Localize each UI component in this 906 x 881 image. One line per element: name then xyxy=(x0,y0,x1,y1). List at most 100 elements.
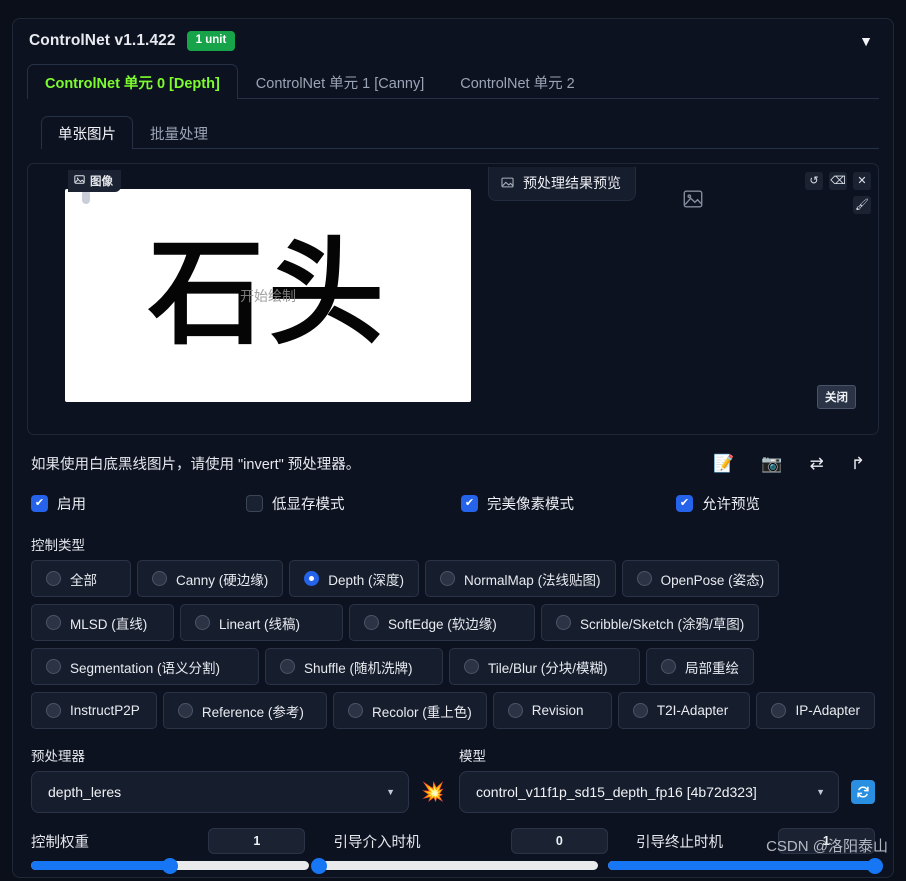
radio-instructp2p[interactable]: InstructP2P xyxy=(31,692,157,729)
radio-icon xyxy=(440,571,456,586)
control-type-row-3: Segmentation (语义分割) Shuffle (随机洗牌) Tile/… xyxy=(31,648,875,685)
checkbox-pixel-perfect[interactable]: ✔ 完美像素模式 xyxy=(461,493,676,514)
hint-icon-group: 📝 📷 ⇄ ↱ xyxy=(713,455,879,472)
swap-icon[interactable]: ⇄ xyxy=(810,455,824,472)
radio-lineart[interactable]: Lineart (线稿) xyxy=(180,604,343,641)
tab-batch-process[interactable]: 批量处理 xyxy=(133,116,225,149)
erase-icon[interactable]: ⌫ xyxy=(829,172,847,190)
source-tabs-wrap: 单张图片 批量处理 xyxy=(41,115,879,149)
image-content: 石头 开始绘制 xyxy=(65,189,471,402)
radio-openpose[interactable]: OpenPose (姿态) xyxy=(621,560,780,597)
radio-icon xyxy=(195,615,210,630)
slider-knob[interactable] xyxy=(162,857,179,874)
source-tabs: 单张图片 批量处理 xyxy=(41,115,879,149)
checkbox-low-vram[interactable]: 低显存模式 xyxy=(246,493,461,514)
control-type-row-1: 全部 Canny (硬边缘) Depth (深度) NormalMap (法线贴… xyxy=(31,560,875,597)
radio-label: Lineart (线稿) xyxy=(219,616,301,632)
radio-icon xyxy=(636,571,652,586)
checkbox-allow-preview[interactable]: ✔ 允许预览 xyxy=(676,493,760,514)
edit-note-icon[interactable]: 📝 xyxy=(713,455,734,472)
guidance-start-value[interactable]: 0 xyxy=(510,828,608,854)
radio-canny[interactable]: Canny (硬边缘) xyxy=(137,560,284,597)
radio-shuffle[interactable]: Shuffle (随机洗牌) xyxy=(265,648,443,685)
clear-icon[interactable]: ✕ xyxy=(853,172,871,190)
radio-softedge[interactable]: SoftEdge (软边缘) xyxy=(349,604,535,641)
run-preprocessor-icon[interactable]: 💥 xyxy=(421,783,445,802)
radio-inpaint[interactable]: 局部重绘 xyxy=(646,648,754,685)
hint-row: 如果使用白底黑线图片，请使用 "invert" 预处理器。 📝 📷 ⇄ ↱ xyxy=(31,446,879,480)
camera-icon[interactable]: 📷 xyxy=(761,455,782,472)
slider-tracks xyxy=(31,857,883,874)
model-wrap: control_v11f1p_sd15_depth_fp16 [4b72d323… xyxy=(459,771,875,813)
checkbox-pixel-perfect-label: 完美像素模式 xyxy=(487,496,574,513)
unit-tabs: ControlNet 单元 0 [Depth] ControlNet 单元 1 … xyxy=(27,63,879,99)
guidance-end-slider[interactable] xyxy=(607,857,883,874)
radio-label: T2I-Adapter xyxy=(656,703,729,718)
radio-icon xyxy=(46,659,61,674)
radio-t2i-adapter[interactable]: T2I-Adapter xyxy=(617,692,751,729)
radio-label: Scribble/Sketch (涂鸦/草图) xyxy=(580,616,745,632)
radio-mlsd[interactable]: MLSD (直线) xyxy=(31,604,174,641)
controlnet-accordion: ControlNet v1.1.422 1 unit ▼ ControlNet … xyxy=(12,18,894,878)
preprocessor-select[interactable]: depth_leres ▼ xyxy=(31,771,409,813)
image-canvas[interactable]: 石头 开始绘制 xyxy=(65,189,471,402)
control-weight-label: 控制权重 xyxy=(31,834,89,851)
checkmark-icon: ✔ xyxy=(461,494,478,512)
checkbox-low-vram-label: 低显存模式 xyxy=(272,496,345,513)
radio-ip-adapter[interactable]: IP-Adapter xyxy=(756,692,875,729)
panel-header[interactable]: ControlNet v1.1.422 1 unit ▼ xyxy=(13,19,893,63)
chevron-down-icon[interactable]: ▼ xyxy=(853,30,879,52)
slider-fill xyxy=(31,861,171,870)
brush-icon[interactable]: 🖌 xyxy=(853,196,871,214)
checkmark-icon: ✔ xyxy=(31,494,48,512)
radio-reference[interactable]: Reference (参考) xyxy=(162,692,328,729)
radio-all[interactable]: 全部 xyxy=(31,560,131,597)
radio-icon xyxy=(556,615,571,630)
slider-area: 控制权重 1 引导介入时机 0 引导终止时机 1 xyxy=(31,827,883,874)
undo-icon[interactable]: ↺ xyxy=(805,172,823,190)
radio-label: Depth (深度) xyxy=(328,572,405,588)
tab-controlnet-unit-0[interactable]: ControlNet 单元 0 [Depth] xyxy=(27,64,238,99)
slider-knob[interactable] xyxy=(311,857,328,874)
tab-single-image[interactable]: 单张图片 xyxy=(41,116,133,149)
image-toolbar-secondary: 🖌 xyxy=(853,196,871,214)
radio-label: Shuffle (随机洗牌) xyxy=(304,660,413,676)
control-weight-slider[interactable] xyxy=(31,857,310,874)
radio-icon xyxy=(464,659,479,674)
model-select[interactable]: control_v11f1p_sd15_depth_fp16 [4b72d323… xyxy=(459,771,839,813)
checkbox-enable[interactable]: ✔ 启用 xyxy=(31,493,246,514)
control-type-radio-group: 全部 Canny (硬边缘) Depth (深度) NormalMap (法线贴… xyxy=(31,560,875,729)
radio-label: Revision xyxy=(531,703,584,718)
radio-revision[interactable]: Revision xyxy=(492,692,612,729)
refresh-models-button[interactable] xyxy=(851,780,875,804)
radio-depth[interactable]: Depth (深度) xyxy=(289,560,420,597)
guidance-end-value[interactable]: 1 xyxy=(777,828,875,854)
tab-controlnet-unit-2[interactable]: ControlNet 单元 2 xyxy=(442,64,592,99)
preview-title: 预处理结果预览 xyxy=(523,175,621,191)
unit-count-badge: 1 unit xyxy=(186,31,236,51)
close-preview-button[interactable]: 关闭 xyxy=(817,385,856,409)
model-config-row: 预处理器 depth_leres ▼ 💥 模型 control_v11f1p_s… xyxy=(31,745,875,813)
checkbox-allow-preview-label: 允许预览 xyxy=(702,496,760,513)
radio-icon xyxy=(152,571,167,586)
model-label: 模型 xyxy=(459,749,486,764)
preprocessor-preview-pane: 预处理结果预览 关闭 xyxy=(472,164,878,434)
radio-icon xyxy=(364,615,379,630)
preview-header: 预处理结果预览 xyxy=(488,167,636,201)
radio-recolor[interactable]: Recolor (重上色) xyxy=(333,692,487,729)
radio-tile-blur[interactable]: Tile/Blur (分块/模糊) xyxy=(449,648,640,685)
radio-scribble-sketch[interactable]: Scribble/Sketch (涂鸦/草图) xyxy=(541,604,760,641)
send-up-icon[interactable]: ↱ xyxy=(851,455,865,472)
radio-label: MLSD (直线) xyxy=(70,616,148,632)
guidance-start-slider[interactable] xyxy=(311,857,598,874)
radio-label: Tile/Blur (分块/模糊) xyxy=(488,660,608,676)
radio-normalmap[interactable]: NormalMap (法线贴图) xyxy=(425,560,616,597)
checkbox-box xyxy=(246,494,263,512)
control-weight-value[interactable]: 1 xyxy=(208,828,306,854)
guidance-start-label: 引导介入时机 xyxy=(333,834,421,851)
radio-label: Recolor (重上色) xyxy=(372,704,472,720)
radio-icon xyxy=(661,659,676,674)
slider-knob[interactable] xyxy=(866,857,883,874)
radio-segmentation[interactable]: Segmentation (语义分割) xyxy=(31,648,259,685)
tab-controlnet-unit-1[interactable]: ControlNet 单元 1 [Canny] xyxy=(238,64,442,99)
